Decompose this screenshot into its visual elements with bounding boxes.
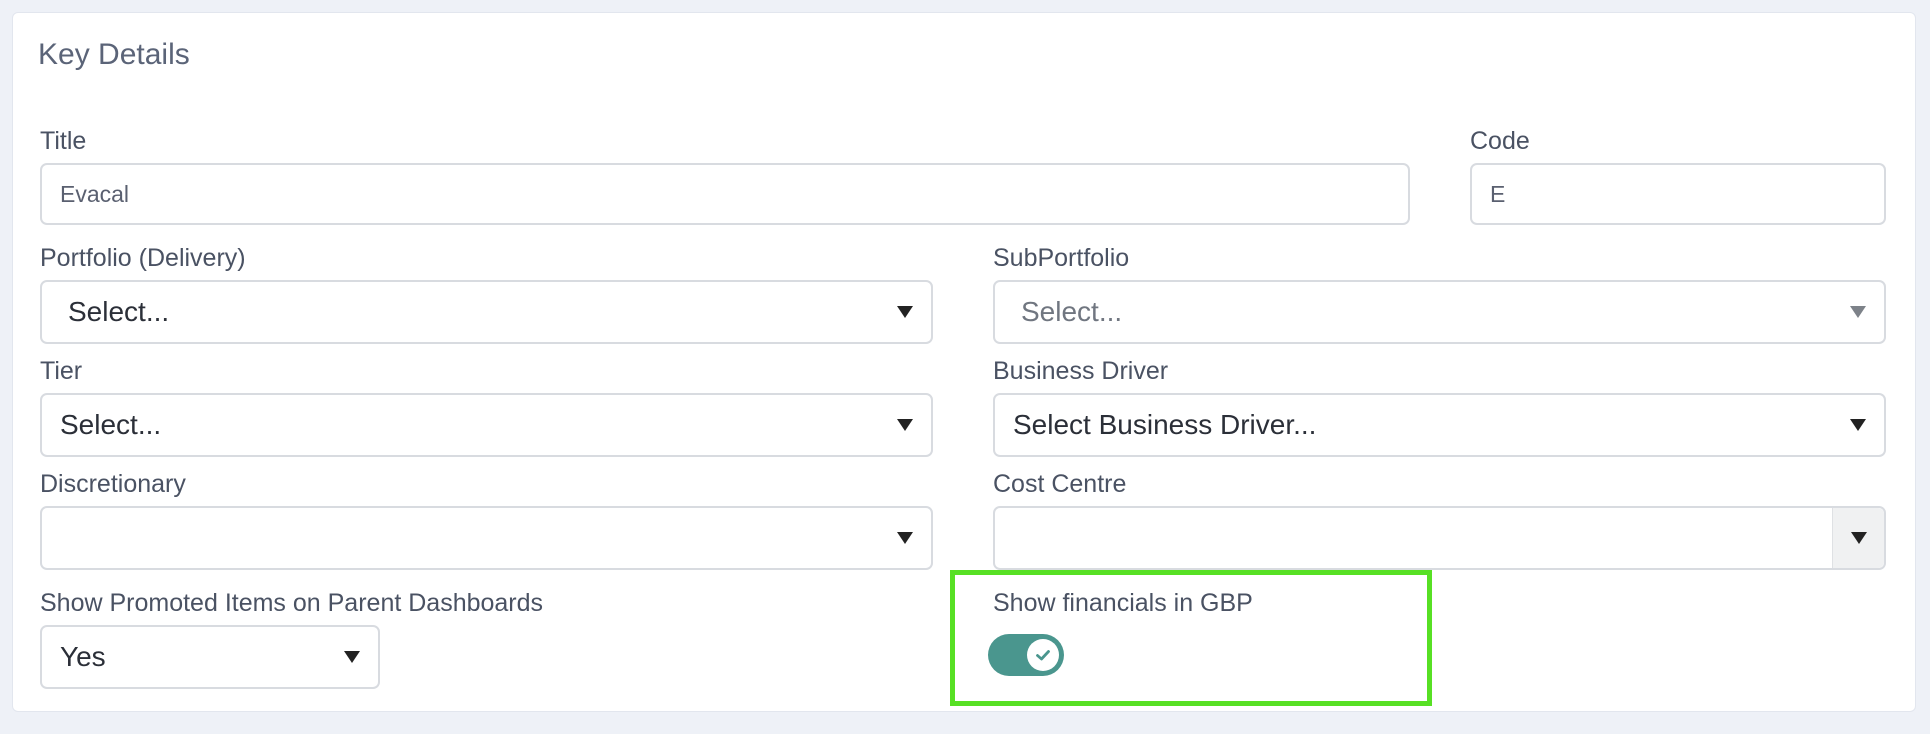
subportfolio-label: SubPortfolio [993,244,1130,272]
tier-select[interactable]: Select... [40,393,933,457]
business-driver-select-value: Select Business Driver... [1013,409,1317,440]
tier-select-value: Select... [60,409,162,440]
code-label: Code [1470,127,1530,155]
portfolio-select[interactable]: Select... [40,280,933,344]
show-financials-label: Show financials in GBP [993,589,1253,617]
caret-down-icon [1851,532,1867,544]
cost-centre-dropdown-button[interactable] [1832,508,1884,568]
show-promoted-select-value: Yes [60,641,106,672]
portfolio-label: Portfolio (Delivery) [40,244,246,272]
tier-label: Tier [40,357,83,385]
code-input[interactable]: E [1470,163,1886,225]
discretionary-select[interactable] [40,506,933,570]
subportfolio-select-value: Select... [1021,296,1123,327]
title-input-value: Evacal [60,180,130,207]
caret-down-icon [1850,419,1866,431]
caret-down-icon [897,306,913,318]
title-label: Title [40,127,87,155]
title-input[interactable]: Evacal [40,163,1410,225]
business-driver-label: Business Driver [993,357,1169,385]
show-promoted-select[interactable]: Yes [40,625,380,689]
caret-down-icon [897,419,913,431]
business-driver-select[interactable]: Select Business Driver... [993,393,1886,457]
subportfolio-select[interactable]: Select... [993,280,1886,344]
discretionary-label: Discretionary [40,470,186,498]
show-promoted-label: Show Promoted Items on Parent Dashboards [40,589,544,617]
show-financials-toggle[interactable] [988,634,1064,676]
caret-down-icon [344,651,360,663]
check-icon [1036,650,1050,661]
section-title: Key Details [38,38,190,71]
caret-down-icon [897,532,913,544]
toggle-knob [1027,639,1059,671]
cost-centre-select[interactable] [993,506,1886,570]
cost-centre-label: Cost Centre [993,470,1127,498]
code-input-value: E [1490,180,1506,207]
portfolio-select-value: Select... [68,296,170,327]
caret-down-icon [1850,306,1866,318]
